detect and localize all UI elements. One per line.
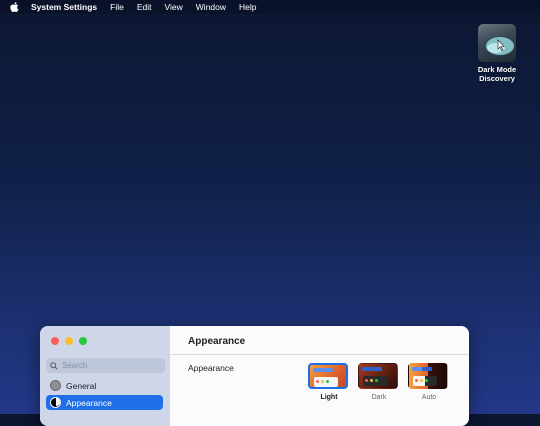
sidebar-item-appearance[interactable]: Appearance bbox=[46, 395, 163, 410]
menu-app-name[interactable]: System Settings bbox=[31, 2, 97, 12]
option-label: Dark bbox=[371, 394, 387, 401]
desktop-file-icon[interactable]: Dark Mode Discovery bbox=[471, 24, 523, 83]
settings-window: General Appearance Appearance Appearance… bbox=[40, 326, 469, 426]
sidebar: General Appearance bbox=[40, 326, 170, 426]
menu-file[interactable]: File bbox=[110, 2, 124, 12]
menu-view[interactable]: View bbox=[165, 2, 183, 12]
appearance-option-dark[interactable]: Dark bbox=[358, 363, 400, 401]
search-input[interactable] bbox=[62, 361, 152, 370]
apple-menu-icon[interactable] bbox=[10, 2, 20, 12]
desktop-file-label-line2: Discovery bbox=[479, 74, 515, 83]
desktop-file-label-line1: Dark Mode bbox=[477, 65, 517, 74]
menu-window[interactable]: Window bbox=[196, 2, 226, 12]
menu-help[interactable]: Help bbox=[239, 2, 256, 12]
close-button[interactable] bbox=[51, 337, 59, 345]
sidebar-item-label: Appearance bbox=[66, 397, 112, 408]
light-theme-thumbnail bbox=[308, 363, 348, 389]
main-pane: Appearance Appearance Light Dark Auto bbox=[170, 326, 469, 426]
menu-bar: System Settings File Edit View Window He… bbox=[0, 0, 540, 14]
zoom-button[interactable] bbox=[79, 337, 87, 345]
gear-icon bbox=[50, 380, 61, 391]
window-controls bbox=[51, 337, 87, 345]
minimize-button[interactable] bbox=[65, 337, 73, 345]
sidebar-item-general[interactable]: General bbox=[46, 378, 163, 393]
search-field[interactable] bbox=[46, 358, 165, 373]
dark-theme-thumbnail bbox=[358, 363, 398, 389]
appearance-option-auto[interactable]: Auto bbox=[408, 363, 450, 401]
search-icon bbox=[50, 361, 58, 370]
menu-edit[interactable]: Edit bbox=[137, 2, 152, 12]
option-label: Light bbox=[320, 394, 338, 401]
header-divider bbox=[170, 354, 469, 355]
appearance-row-label: Appearance bbox=[188, 363, 234, 373]
appearance-icon bbox=[50, 397, 61, 408]
auto-theme-thumbnail bbox=[408, 363, 448, 389]
desktop-file-thumbnail bbox=[478, 24, 516, 62]
sidebar-item-label: General bbox=[66, 380, 97, 391]
option-label: Auto bbox=[421, 394, 437, 401]
page-title: Appearance bbox=[188, 336, 246, 347]
appearance-option-light[interactable]: Light bbox=[308, 363, 350, 401]
